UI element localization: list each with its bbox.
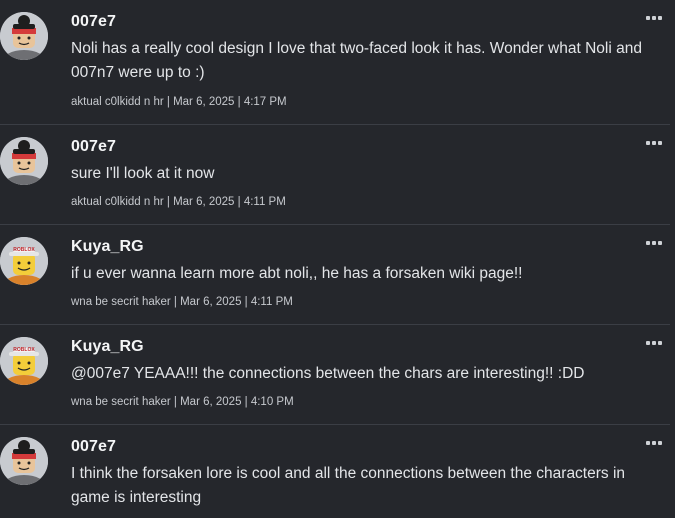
- comment-username[interactable]: 007e7: [71, 138, 116, 156]
- avatar[interactable]: ROBLOX: [0, 337, 48, 385]
- avatar[interactable]: ROBLOX: [0, 237, 48, 285]
- 007-avatar-icon: [0, 12, 48, 60]
- comment-meta: wna be secrit haker | Mar 6, 2025 | 4:10…: [71, 396, 294, 408]
- comment-username[interactable]: Kuya_RG: [71, 338, 144, 356]
- 007-avatar-icon: [0, 137, 48, 185]
- more-options-icon[interactable]: [646, 341, 664, 349]
- comment-body: Noli has a really cool design I love tha…: [71, 40, 642, 81]
- 007-avatar-icon: [0, 437, 48, 485]
- comment-body: @007e7 YEAAA!!! the connections between …: [71, 365, 585, 382]
- comment-meta: wna be secrit haker | Mar 6, 2025 | 4:11…: [71, 296, 293, 308]
- comment-item: 007e7 Noli has a really cool design I lo…: [0, 0, 675, 124]
- comment-username[interactable]: 007e7: [71, 13, 116, 31]
- svg-text:ROBLOX: ROBLOX: [13, 347, 35, 353]
- comment-feed: 007e7 Noli has a really cool design I lo…: [0, 0, 675, 518]
- comment-body: I think the forsaken lore is cool and al…: [71, 465, 626, 506]
- more-options-icon[interactable]: [646, 241, 664, 249]
- more-options-icon[interactable]: [646, 16, 664, 24]
- comment-meta: aktual c0lkidd n hr | Mar 6, 2025 | 4:17…: [71, 96, 287, 108]
- avatar[interactable]: [0, 437, 48, 485]
- comment-body: if u ever wanna learn more abt noli,, he…: [71, 265, 523, 282]
- comment-username[interactable]: 007e7: [71, 438, 116, 456]
- comment-body: sure I'll look at it now: [71, 165, 215, 182]
- svg-text:ROBLOX: ROBLOX: [13, 247, 35, 253]
- avatar[interactable]: [0, 137, 48, 185]
- roblox-cap-avatar-icon: ROBLOX: [0, 337, 48, 385]
- roblox-cap-avatar-icon: ROBLOX: [0, 237, 48, 285]
- comment-item: 007e7 I think the forsaken lore is cool …: [0, 425, 675, 518]
- comment-item: ROBLOX Kuya_RG if u ever wanna learn mor…: [0, 225, 675, 324]
- more-options-icon[interactable]: [646, 441, 664, 449]
- comment-username[interactable]: Kuya_RG: [71, 238, 144, 256]
- more-options-icon[interactable]: [646, 141, 664, 149]
- comment-meta: aktual c0lkidd n hr | Mar 6, 2025 | 4:11…: [71, 196, 286, 208]
- comment-item: 007e7 sure I'll look at it now aktual c0…: [0, 125, 675, 224]
- avatar[interactable]: [0, 12, 48, 60]
- comment-item: ROBLOX Kuya_RG @007e7 YEAAA!!! the conne…: [0, 325, 675, 424]
